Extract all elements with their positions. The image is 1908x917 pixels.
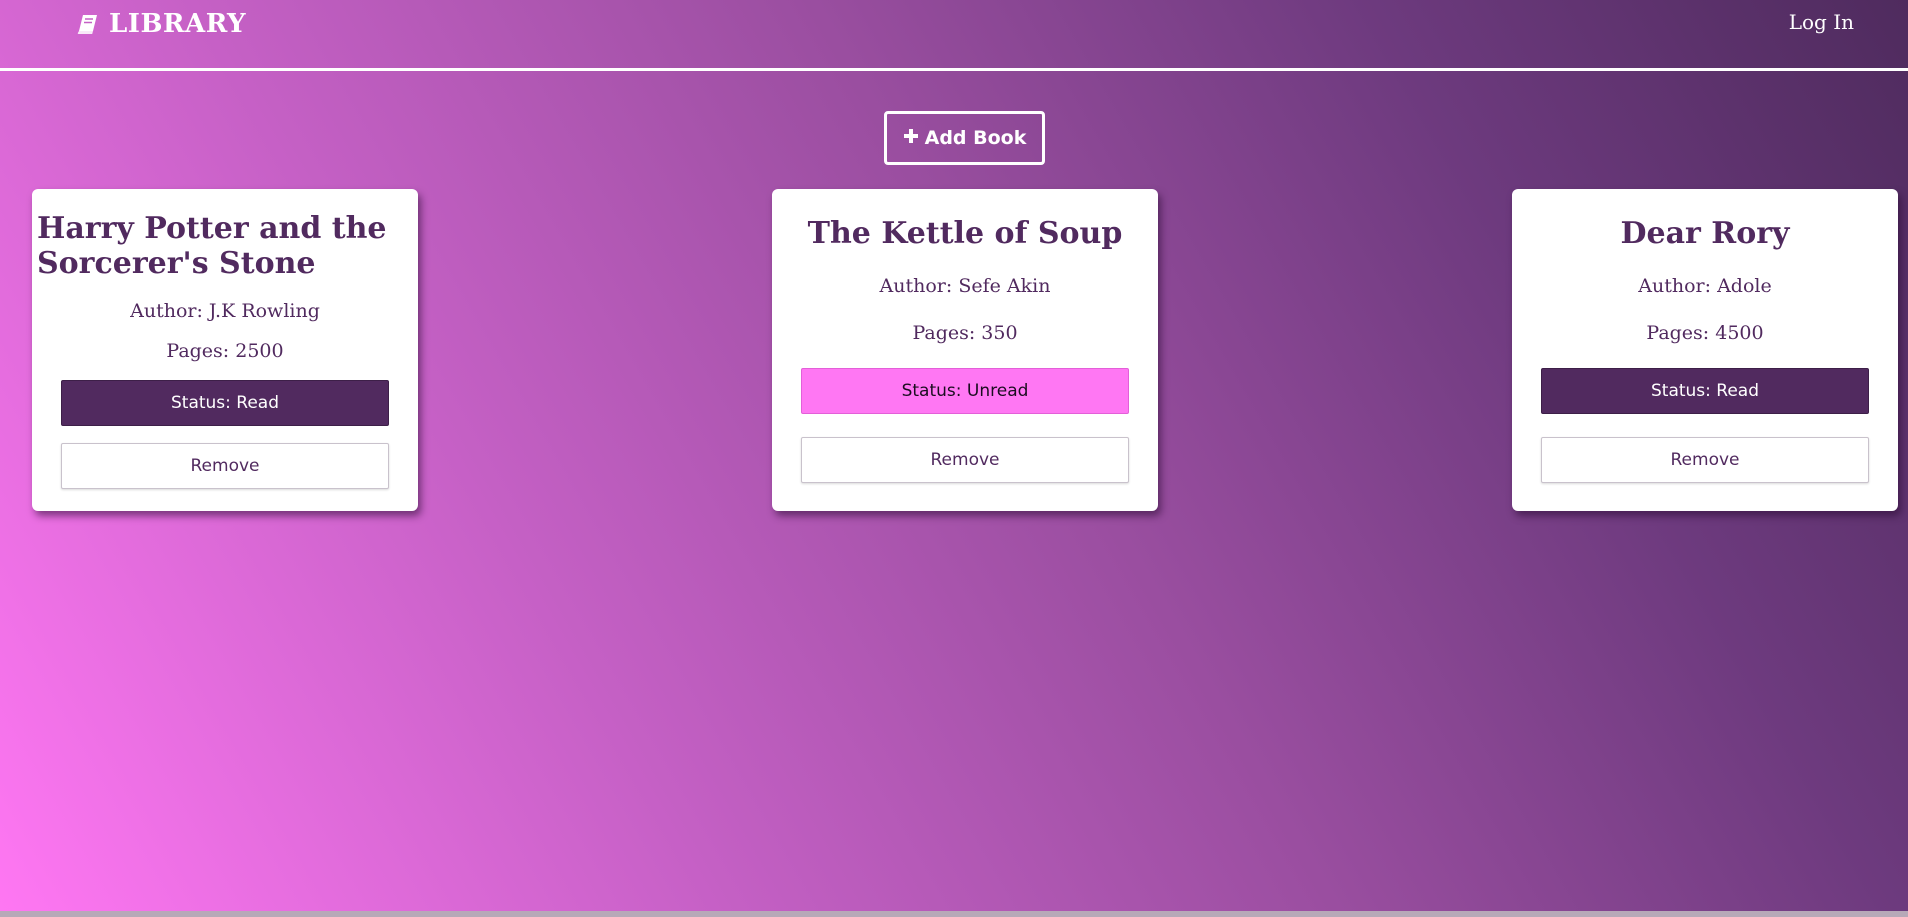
book-pages: Pages: 350 bbox=[912, 322, 1018, 344]
book-author: Author: Sefe Akin bbox=[879, 275, 1051, 297]
book-card: Dear Rory Author: Adole Pages: 4500 Stat… bbox=[1512, 189, 1898, 511]
book-author: Author: J.K Rowling bbox=[130, 300, 320, 322]
brand-logo[interactable]: LIBRARY bbox=[77, 9, 246, 39]
book-card: Harry Potter and the Sorcerer's Stone Au… bbox=[32, 189, 418, 511]
remove-button[interactable]: Remove bbox=[1541, 437, 1869, 483]
status-toggle-button[interactable]: Status: Unread bbox=[801, 368, 1129, 414]
book-title: Harry Potter and the Sorcerer's Stone bbox=[37, 211, 387, 281]
status-toggle-button[interactable]: Status: Read bbox=[61, 380, 389, 426]
add-book-label: Add Book bbox=[924, 127, 1027, 149]
login-link[interactable]: Log In bbox=[1789, 10, 1854, 34]
status-toggle-button[interactable]: Status: Read bbox=[1541, 368, 1869, 414]
book-icon bbox=[77, 13, 99, 35]
book-title: Dear Rory bbox=[1620, 216, 1790, 251]
top-navbar: LIBRARY Log In bbox=[0, 0, 1908, 71]
add-book-button[interactable]: Add Book bbox=[884, 111, 1045, 165]
remove-button[interactable]: Remove bbox=[61, 443, 389, 489]
horizontal-scrollbar[interactable] bbox=[0, 911, 1908, 917]
remove-button[interactable]: Remove bbox=[801, 437, 1129, 483]
book-author: Author: Adole bbox=[1638, 275, 1772, 297]
book-pages: Pages: 4500 bbox=[1646, 322, 1764, 344]
book-card: The Kettle of Soup Author: Sefe Akin Pag… bbox=[772, 189, 1158, 511]
brand-label: LIBRARY bbox=[109, 9, 247, 39]
plus-icon bbox=[903, 127, 919, 149]
book-pages: Pages: 2500 bbox=[166, 340, 284, 362]
book-title: The Kettle of Soup bbox=[807, 216, 1123, 251]
